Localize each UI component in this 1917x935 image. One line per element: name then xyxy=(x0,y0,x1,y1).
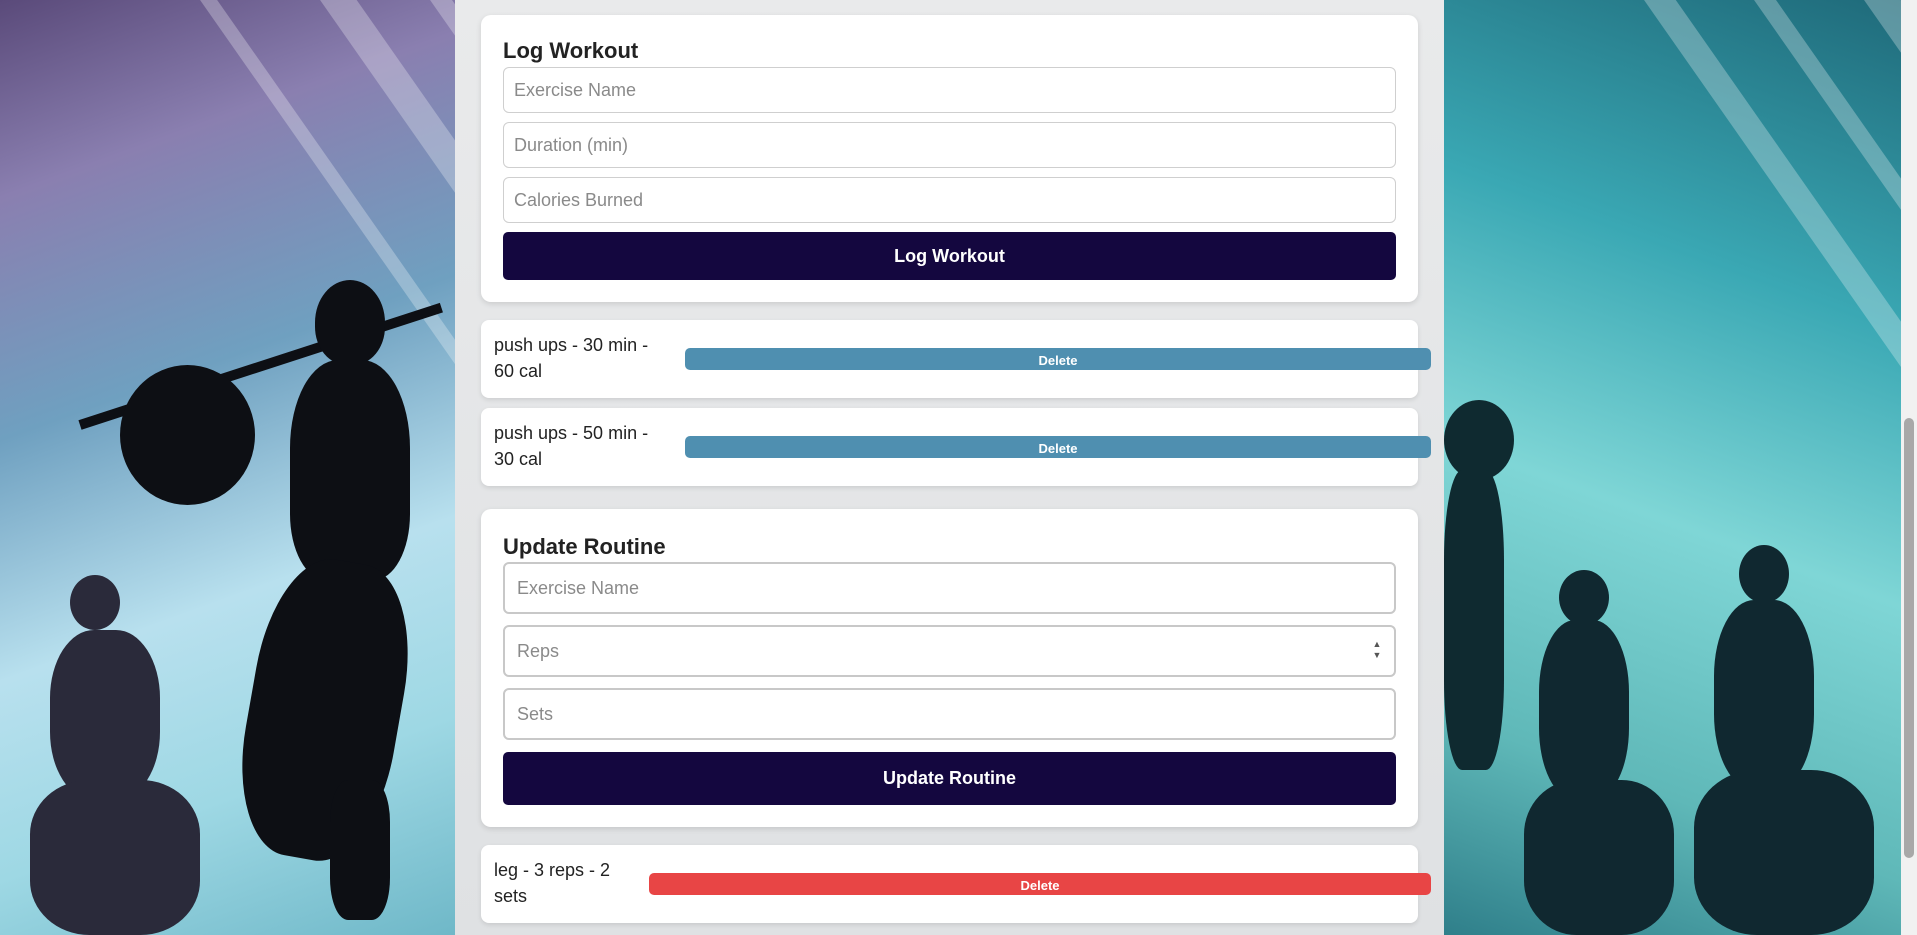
workout-entry: push ups - 30 min - 60 cal Delete xyxy=(481,320,1431,398)
routine-exercise-input[interactable] xyxy=(503,562,1396,614)
background-art-right xyxy=(1444,0,1901,935)
routine-entry-line2: sets xyxy=(494,886,528,906)
page-scrollbar[interactable] xyxy=(1901,0,1917,935)
update-routine-card: Update Routine ▲ ▼ Update Routine xyxy=(481,509,1418,827)
log-workout-title: Log Workout xyxy=(503,38,639,63)
exercise-name-input[interactable] xyxy=(503,67,1396,113)
delete-routine-button[interactable]: Delete xyxy=(649,873,1431,895)
stepper-up-icon[interactable]: ▲ xyxy=(1372,639,1382,650)
background-art-left xyxy=(0,0,455,935)
workout-entry-line2: 30 cal xyxy=(494,449,543,469)
reps-stepper[interactable]: ▲ ▼ xyxy=(1372,639,1382,663)
duration-input[interactable] xyxy=(503,122,1396,168)
reps-input[interactable] xyxy=(503,625,1396,677)
sets-input[interactable] xyxy=(503,688,1396,740)
workout-entry-line1: push ups - 50 min - xyxy=(494,423,649,443)
routine-entry: leg - 3 reps - 2 sets Delete xyxy=(481,845,1431,923)
scrollbar-thumb[interactable] xyxy=(1904,418,1914,858)
log-workout-button[interactable]: Log Workout xyxy=(503,232,1396,280)
workout-entry: push ups - 50 min - 30 cal Delete xyxy=(481,408,1431,486)
workout-entry-line1: push ups - 30 min - xyxy=(494,335,649,355)
routine-entry-line1: leg - 3 reps - 2 xyxy=(494,860,611,880)
workout-entry-line2: 60 cal xyxy=(494,361,543,381)
main-column: Log Workout Log Workout push ups - 30 mi… xyxy=(455,0,1444,935)
stepper-down-icon[interactable]: ▼ xyxy=(1372,650,1382,661)
delete-workout-button[interactable]: Delete xyxy=(685,436,1431,458)
update-routine-button[interactable]: Update Routine xyxy=(503,752,1396,805)
reps-field: ▲ ▼ xyxy=(503,625,1396,677)
calories-input[interactable] xyxy=(503,177,1396,223)
update-routine-title: Update Routine xyxy=(503,534,666,559)
delete-workout-button[interactable]: Delete xyxy=(685,348,1431,370)
log-workout-card: Log Workout Log Workout xyxy=(481,15,1418,302)
